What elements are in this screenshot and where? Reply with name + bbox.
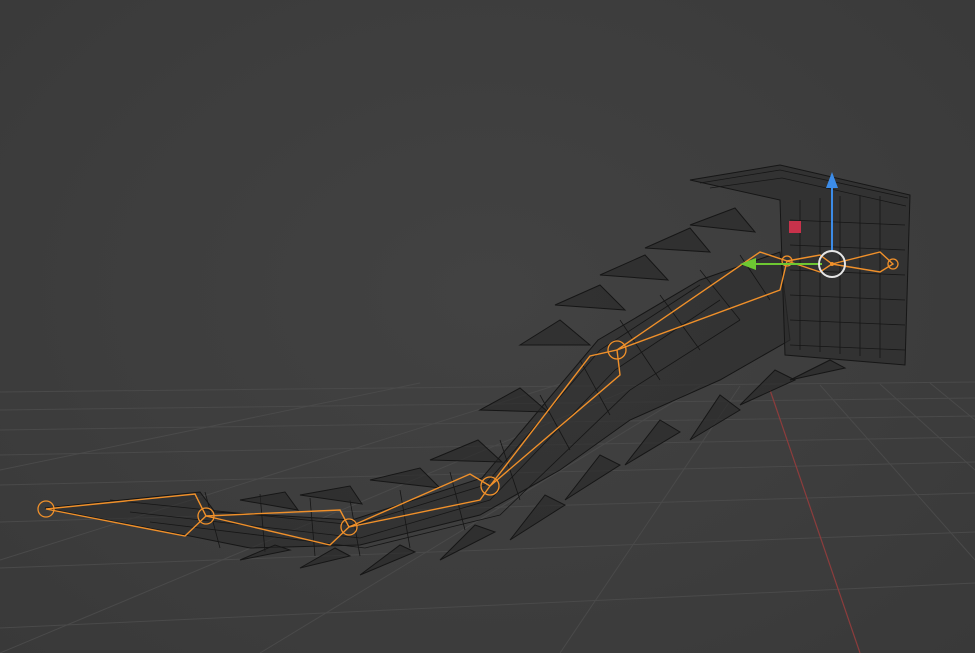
3d-viewport[interactable] [0,0,975,653]
gizmo-center-dot [830,262,834,266]
x-axis-line [769,389,861,653]
tail-mesh[interactable] [44,164,911,576]
gizmo-x-handle[interactable] [789,221,801,233]
viewport-canvas[interactable] [0,0,975,653]
